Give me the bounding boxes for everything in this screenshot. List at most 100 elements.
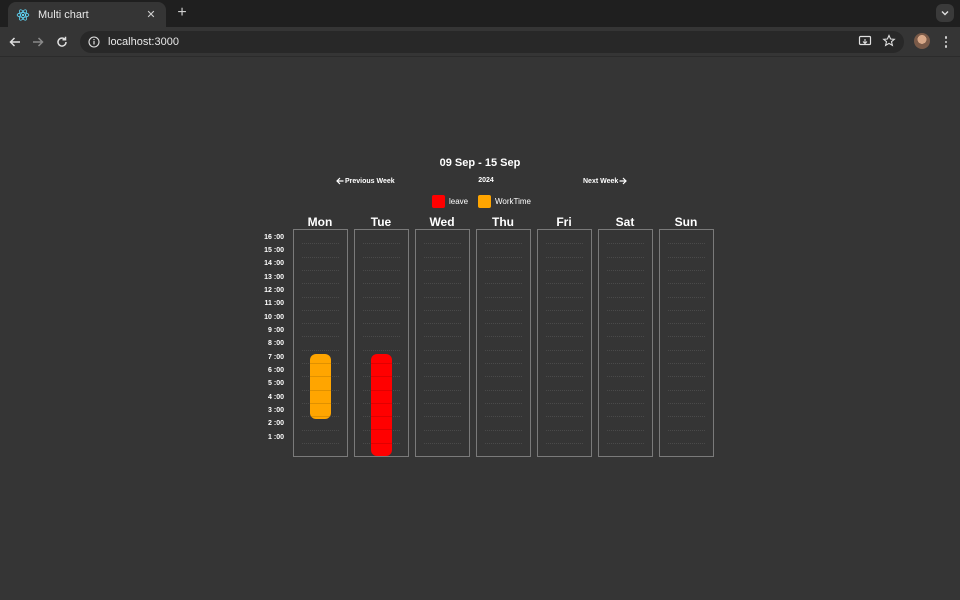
year-label: 2024 bbox=[478, 177, 494, 184]
day-column-mon[interactable] bbox=[293, 229, 348, 457]
hour-grid-line bbox=[424, 402, 461, 404]
new-tab-button[interactable]: + bbox=[173, 4, 191, 22]
browser-toolbar: localhost:3000 bbox=[0, 27, 960, 57]
hour-grid-line bbox=[546, 429, 583, 431]
hour-grid-line bbox=[424, 309, 461, 311]
hour-grid-line bbox=[546, 389, 583, 391]
hour-label: 1 :00 bbox=[268, 434, 284, 441]
profile-avatar[interactable] bbox=[914, 33, 930, 49]
hour-label: 5 :00 bbox=[268, 380, 284, 387]
day-column-sat[interactable] bbox=[598, 229, 653, 457]
hour-grid-line bbox=[607, 349, 644, 351]
arrow-right-icon bbox=[619, 177, 628, 185]
address-bar-actions bbox=[858, 34, 896, 48]
day-column-sun[interactable] bbox=[659, 229, 714, 457]
legend-swatch bbox=[478, 195, 491, 208]
forward-button[interactable] bbox=[29, 33, 47, 51]
hour-grid-line bbox=[546, 416, 583, 418]
hour-grid-line bbox=[424, 269, 461, 271]
hour-grid-line bbox=[424, 349, 461, 351]
hour-grid-line bbox=[424, 416, 461, 418]
event-block-worktime[interactable] bbox=[310, 353, 331, 419]
next-week-label: Next Week bbox=[583, 177, 619, 185]
hour-grid-line bbox=[363, 336, 400, 338]
legend-swatch bbox=[432, 195, 445, 208]
hour-grid-line bbox=[485, 416, 522, 418]
hour-label: 7 :00 bbox=[268, 354, 284, 361]
hour-grid-line bbox=[546, 283, 583, 285]
event-hour-divider bbox=[371, 362, 392, 364]
bookmark-star-icon[interactable] bbox=[882, 34, 896, 48]
next-week-button[interactable]: Next Week bbox=[583, 177, 628, 185]
hour-grid-line bbox=[607, 309, 644, 311]
tab-close-icon[interactable]: ✕ bbox=[144, 8, 158, 21]
day-column-thu[interactable] bbox=[476, 229, 531, 457]
hour-grid-line bbox=[485, 442, 522, 444]
hour-grid-line bbox=[607, 363, 644, 364]
browser-tab[interactable]: Multi chart ✕ bbox=[8, 2, 166, 27]
hour-grid-line bbox=[363, 323, 400, 325]
arrow-left-icon bbox=[336, 177, 344, 185]
hour-grid-line bbox=[424, 442, 461, 444]
arrow-right-icon bbox=[33, 37, 44, 47]
event-hour-divider bbox=[310, 402, 331, 404]
event-hour-divider bbox=[371, 389, 392, 391]
reload-button[interactable] bbox=[53, 33, 71, 51]
hour-label: 3 :00 bbox=[268, 407, 284, 414]
address-bar[interactable]: localhost:3000 bbox=[80, 31, 904, 53]
hour-grid-line bbox=[302, 336, 339, 338]
hour-grid-line bbox=[424, 323, 461, 325]
tab-search-button[interactable] bbox=[936, 4, 954, 22]
hour-grid-line bbox=[546, 376, 583, 378]
event-hour-divider bbox=[371, 429, 392, 431]
hour-label: 13 :00 bbox=[264, 274, 284, 281]
browser-menu-icon[interactable] bbox=[940, 33, 952, 51]
hour-grid-line bbox=[607, 429, 644, 431]
hour-label: 10 :00 bbox=[264, 314, 284, 321]
event-hour-divider bbox=[371, 376, 392, 378]
hour-grid-line bbox=[424, 243, 461, 245]
day-label-sat: Sat bbox=[615, 215, 635, 229]
event-hour-divider bbox=[371, 442, 392, 444]
hour-grid-line bbox=[424, 283, 461, 285]
event-block-leave[interactable] bbox=[371, 353, 392, 456]
hour-grid-line bbox=[363, 256, 400, 258]
previous-week-button[interactable]: Previous Week bbox=[336, 177, 395, 185]
hour-grid-line bbox=[424, 389, 461, 391]
hour-grid-line bbox=[607, 256, 644, 258]
day-label-sun: Sun bbox=[674, 215, 698, 229]
day-column-tue[interactable] bbox=[354, 229, 409, 457]
hour-grid-line bbox=[546, 349, 583, 351]
hour-grid-line bbox=[668, 323, 705, 325]
previous-week-label: Previous Week bbox=[345, 177, 395, 185]
hour-grid-line bbox=[485, 296, 522, 298]
hour-grid-line bbox=[302, 309, 339, 311]
hour-grid-line bbox=[607, 283, 644, 285]
hour-label: 4 :00 bbox=[268, 394, 284, 401]
install-app-icon[interactable] bbox=[858, 34, 872, 48]
site-info-icon[interactable] bbox=[88, 36, 100, 48]
hour-grid-line bbox=[485, 389, 522, 391]
hour-grid-line bbox=[302, 442, 339, 444]
url-text: localhost:3000 bbox=[108, 36, 179, 48]
week-range-title: 09 Sep - 15 Sep bbox=[439, 157, 521, 169]
hour-grid-line bbox=[302, 283, 339, 285]
hour-grid-line bbox=[363, 283, 400, 285]
hour-grid-line bbox=[607, 243, 644, 245]
legend-item-leave: leave bbox=[432, 195, 468, 208]
hour-grid-line bbox=[485, 269, 522, 271]
event-hour-divider bbox=[310, 389, 331, 391]
hour-grid-line bbox=[607, 389, 644, 391]
reload-icon bbox=[57, 36, 67, 47]
hour-grid-line bbox=[363, 243, 400, 245]
hour-label: 2 :00 bbox=[268, 420, 284, 427]
hour-grid-line bbox=[485, 283, 522, 285]
event-hour-divider bbox=[310, 362, 331, 364]
chevron-down-icon bbox=[941, 11, 949, 16]
hour-grid-line bbox=[668, 349, 705, 351]
hour-grid-line bbox=[485, 349, 522, 351]
day-column-wed[interactable] bbox=[415, 229, 470, 457]
day-column-fri[interactable] bbox=[537, 229, 592, 457]
back-button[interactable] bbox=[6, 33, 24, 51]
hour-grid-line bbox=[546, 256, 583, 258]
